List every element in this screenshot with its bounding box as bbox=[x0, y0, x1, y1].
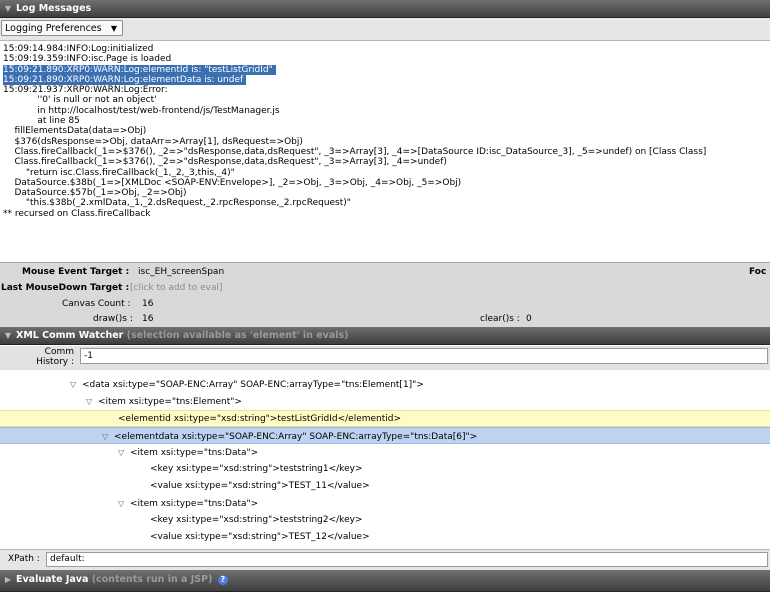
log-toolbar: Logging Preferences ▼ bbox=[0, 18, 770, 41]
log-line: in http://localhost/test/web-frontend/js… bbox=[3, 105, 280, 116]
evaluate-java-title: Evaluate Java bbox=[16, 574, 89, 585]
log-line: Class.fireCallback(_1=>$376(), _2=>"dsRe… bbox=[3, 157, 447, 168]
comm-history-label: Comm History : bbox=[6, 347, 74, 367]
log-line: Class.fireCallback(_1=>$376(), _2=>"dsRe… bbox=[3, 146, 707, 157]
expand-toggle-icon[interactable]: ▽ bbox=[70, 376, 82, 393]
canvas-count-value: 16 bbox=[142, 299, 154, 309]
xpath-row: XPath : default: bbox=[0, 549, 770, 570]
tree-node[interactable]: <value xsi:type="xsd:string">TEST_11</va… bbox=[0, 478, 770, 495]
log-line: "return isc.Class.fireCallback(_1,_2,_3,… bbox=[3, 167, 235, 178]
log-line-selected[interactable]: 15:09:21.890:XRP0:WARN:Log:elementId is:… bbox=[0, 64, 770, 75]
help-icon[interactable]: ? bbox=[217, 574, 228, 585]
mouse-event-target-value: isc_EH_screenSpan bbox=[138, 267, 225, 277]
log-line: "this.$38b(_2.xmlData,_1,_2.dsRequest,_2… bbox=[3, 198, 351, 209]
comm-history-row: Comm History : -1 bbox=[0, 346, 770, 370]
canvas-stats-panel: Mouse Event Target : isc_EH_screenSpan F… bbox=[0, 262, 770, 327]
tree-node-label: <value xsi:type="xsd:string">TEST_11</va… bbox=[150, 481, 370, 491]
expand-toggle-icon[interactable]: ▽ bbox=[118, 495, 130, 512]
draws-value: 16 bbox=[142, 314, 154, 324]
log-line: DataSource.$38b(_1=>[XMLDoc <SOAP-ENV:En… bbox=[3, 177, 462, 188]
evaluate-java-subtitle: (contents run in a JSP) bbox=[91, 574, 213, 585]
tree-node-label: <key xsi:type="xsd:string">teststring1</… bbox=[150, 464, 363, 474]
log-line: $376(dsResponse=>Obj, dataArr=>Array[1],… bbox=[3, 136, 303, 147]
xpath-input[interactable]: default: bbox=[46, 552, 768, 567]
expand-toggle-icon[interactable]: ▽ bbox=[86, 393, 98, 410]
tree-node[interactable]: ▽ <data xsi:type="SOAP-ENC:Array" SOAP-EN… bbox=[0, 376, 770, 393]
xpath-label: XPath : bbox=[8, 554, 40, 564]
log-output[interactable]: 15:09:14.984:INFO:Log:initialized 15:09:… bbox=[0, 41, 770, 259]
tree-node-label: <value xsi:type="xsd:string">TEST_12</va… bbox=[150, 532, 370, 542]
comm-history-label-line1: Comm bbox=[44, 347, 74, 357]
tree-node-label: <item xsi:type="tns:Element"> bbox=[98, 397, 242, 407]
expand-arrow-icon[interactable]: ▶ bbox=[0, 570, 16, 589]
tree-node[interactable]: ▽ <item xsi:type="tns:Element"> bbox=[0, 393, 770, 410]
logging-preferences-label: Logging Preferences bbox=[5, 23, 102, 34]
draws-label: draw()s : bbox=[93, 314, 133, 324]
tree-node[interactable]: ▽ <item xsi:type="tns:Data"> bbox=[0, 495, 770, 512]
log-line-selected[interactable]: 15:09:21.890:XRP0:WARN:Log:elementData i… bbox=[0, 74, 770, 86]
xml-comm-watcher-title: XML Comm Watcher bbox=[16, 330, 124, 341]
tree-node-hover[interactable]: <elementid xsi:type="xsd:string">testLis… bbox=[0, 410, 770, 427]
log-line: 15:09:21.937:XRP0:WARN:Log:Error: bbox=[3, 85, 168, 96]
log-line: ** recursed on Class.fireCallback bbox=[3, 208, 151, 219]
log-line: at line 85 bbox=[3, 116, 80, 127]
logging-preferences-button[interactable]: Logging Preferences ▼ bbox=[1, 20, 123, 36]
selected-text: 15:09:21.890:XRP0:WARN:Log:elementId is:… bbox=[3, 64, 276, 75]
canvas-count-label: Canvas Count : bbox=[62, 299, 131, 309]
chevron-down-icon: ▼ bbox=[110, 24, 117, 33]
collapse-arrow-icon[interactable]: ▼ bbox=[0, 327, 16, 344]
tree-node-label: <data xsi:type="SOAP-ENC:Array" SOAP-ENC… bbox=[82, 380, 424, 390]
log-line: ''0' is null or not an object' bbox=[3, 95, 157, 106]
tree-node-label: <item xsi:type="tns:Data"> bbox=[130, 448, 259, 458]
log-line: DataSource.$57b(_1=>Obj, _2=>Obj) bbox=[3, 188, 187, 199]
clears-label: clear()s : bbox=[480, 314, 520, 324]
log-line: 15:09:19.359:INFO:isc.Page is loaded bbox=[3, 54, 172, 65]
tree-node[interactable]: <key xsi:type="xsd:string">teststring1</… bbox=[0, 461, 770, 478]
xml-comm-watcher-header[interactable]: ▼ XML Comm Watcher (selection available a… bbox=[0, 327, 770, 345]
tree-node-label: <key xsi:type="xsd:string">teststring2</… bbox=[150, 515, 363, 525]
selected-text: 15:09:21.890:XRP0:WARN:Log:elementData i… bbox=[3, 74, 247, 86]
expand-toggle-icon[interactable]: ▽ bbox=[118, 444, 130, 461]
comm-history-input[interactable]: -1 bbox=[80, 348, 768, 364]
focus-target-label: Foc bbox=[749, 267, 767, 277]
click-to-add-eval-link[interactable]: [click to add to eval] bbox=[130, 283, 222, 293]
last-mousedown-label: Last MouseDown Target : bbox=[1, 283, 130, 293]
log-line: 15:09:14.984:INFO:Log:initialized bbox=[3, 44, 154, 54]
mouse-event-target-label: Mouse Event Target : bbox=[22, 267, 130, 277]
tree-node-label: <elementid xsi:type="xsd:string">testLis… bbox=[118, 414, 402, 424]
clears-value: 0 bbox=[526, 314, 532, 324]
xml-tree[interactable]: ▽ <data xsi:type="SOAP-ENC:Array" SOAP-EN… bbox=[0, 372, 770, 548]
tree-node[interactable]: <value xsi:type="xsd:string">TEST_12</va… bbox=[0, 529, 770, 546]
log-messages-title: Log Messages bbox=[16, 3, 92, 14]
tree-node-label: <elementdata xsi:type="SOAP-ENC:Array" S… bbox=[114, 432, 478, 442]
log-line: fillElementsData(data=>Obj) bbox=[3, 126, 147, 137]
log-messages-header[interactable]: ▼ Log Messages bbox=[0, 0, 770, 18]
tree-node[interactable]: ▽ <item xsi:type="tns:Data"> bbox=[0, 444, 770, 461]
xml-comm-watcher-subtitle: (selection available as 'element' in eva… bbox=[126, 330, 349, 341]
tree-node-label: <item xsi:type="tns:Data"> bbox=[130, 499, 259, 509]
comm-history-label-line2: History : bbox=[36, 357, 74, 367]
expand-toggle-icon[interactable]: ▽ bbox=[102, 428, 114, 445]
tree-node-selected[interactable]: ▽ <elementdata xsi:type="SOAP-ENC:Array" … bbox=[0, 427, 770, 444]
collapse-arrow-icon[interactable]: ▼ bbox=[0, 0, 16, 17]
tree-node[interactable]: <key xsi:type="xsd:string">teststring2</… bbox=[0, 512, 770, 529]
evaluate-java-header[interactable]: ▶ Evaluate Java (contents run in a JSP) ? bbox=[0, 570, 770, 592]
